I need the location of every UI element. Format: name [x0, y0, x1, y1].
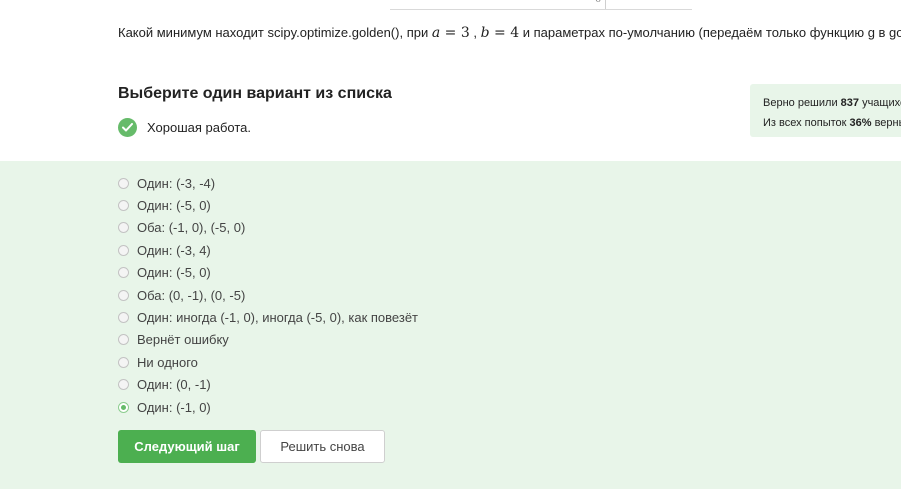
- option-label: Оба: (-1, 0), (-5, 0): [137, 220, 246, 236]
- option-item[interactable]: Один: (-5, 0): [118, 262, 418, 284]
- option-item[interactable]: Один: (-5, 0): [118, 194, 418, 216]
- option-label: Один: (0, -1): [137, 377, 211, 393]
- axis-tick: [605, 0, 606, 9]
- option-item[interactable]: Оба: (-1, 0), (-5, 0): [118, 217, 418, 239]
- solve-again-button[interactable]: Решить снова: [260, 430, 385, 463]
- option-item[interactable]: Один: (-3, -4): [118, 172, 418, 194]
- radio-button[interactable]: [118, 267, 129, 279]
- option-item[interactable]: Один: (-3, 4): [118, 239, 418, 261]
- section-title: Выберите один вариант из списка: [118, 85, 392, 102]
- option-item[interactable]: Ни одного: [118, 351, 418, 373]
- next-step-button[interactable]: Следующий шаг: [118, 430, 256, 463]
- option-item[interactable]: Один: (0, -1): [118, 374, 418, 396]
- option-item[interactable]: Оба: (0, -1), (0, -5): [118, 284, 418, 306]
- check-icon: [118, 117, 137, 137]
- radio-button[interactable]: [118, 177, 129, 189]
- option-item[interactable]: Один: иногда (-1, 0), иногда (-5, 0), ка…: [118, 306, 418, 328]
- radio-button[interactable]: [118, 356, 129, 368]
- radio-button[interactable]: [118, 401, 129, 413]
- stats-solved: Верно решили 837 учащихся: [763, 97, 901, 109]
- option-label: Один: (-5, 0): [137, 198, 211, 214]
- axis-tick-label: 0: [595, 0, 601, 5]
- question-part1: Какой минимум находит scipy.optimize.gol…: [118, 25, 432, 40]
- radio-button[interactable]: [118, 222, 129, 234]
- option-label: Ни одного: [137, 354, 198, 370]
- formula-image-strip: 0: [390, 0, 692, 10]
- radio-button[interactable]: [118, 334, 129, 346]
- question-part2: и параметрах по-умолчанию (передаём толь…: [519, 25, 901, 40]
- stats-box: Верно решили 837 учащихся Из всех попыто…: [750, 84, 901, 137]
- radio-button[interactable]: [118, 379, 129, 391]
- question-text: Какой минимум находит scipy.optimize.gol…: [118, 24, 901, 42]
- option-label: Один: (-3, -4): [137, 175, 216, 191]
- radio-selected-dot: [121, 404, 126, 410]
- stats-attempts: Из всех попыток 36% верных: [763, 117, 901, 129]
- math-a: a = 3: [431, 25, 470, 41]
- option-label: Один: (-1, 0): [137, 399, 211, 415]
- option-item[interactable]: Вернёт ошибку: [118, 329, 418, 351]
- option-item[interactable]: Один: (-1, 0): [118, 396, 418, 418]
- feedback: Хорошая работа.: [118, 117, 251, 137]
- options-list: Один: (-3, -4) Один: (-5, 0) Оба: (-1, 0),…: [118, 172, 418, 418]
- option-label: Один: иногда (-1, 0), иногда (-5, 0), ка…: [137, 310, 418, 326]
- radio-button[interactable]: [118, 244, 129, 256]
- feedback-text: Хорошая работа.: [147, 119, 252, 135]
- option-label: Вернёт ошибку: [137, 332, 229, 348]
- radio-button[interactable]: [118, 312, 129, 324]
- radio-button[interactable]: [118, 289, 129, 301]
- math-b: b = 4: [480, 25, 520, 41]
- option-label: Оба: (0, -1), (0, -5): [137, 287, 246, 303]
- option-label: Один: (-5, 0): [137, 265, 211, 281]
- radio-button[interactable]: [118, 200, 129, 212]
- option-label: Один: (-3, 4): [137, 242, 211, 258]
- question-sep: ,: [469, 25, 481, 40]
